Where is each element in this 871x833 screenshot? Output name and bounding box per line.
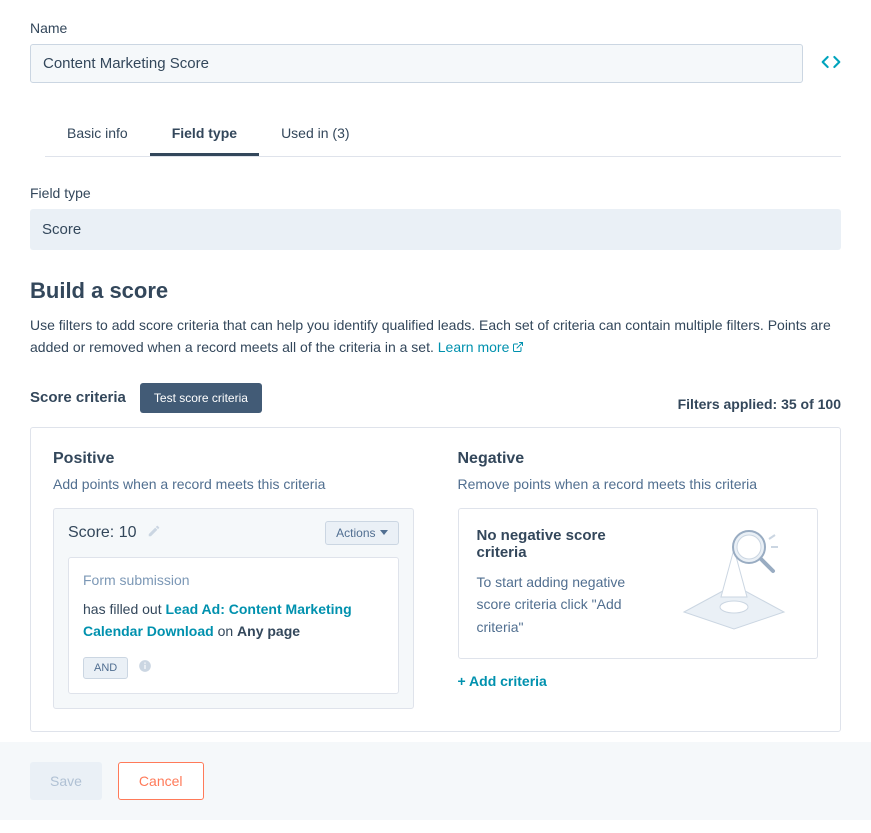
tab-field-type[interactable]: Field type <box>150 113 259 156</box>
score-label: Score: 10 <box>68 524 161 542</box>
negative-column: Negative Remove points when a record mee… <box>436 428 841 731</box>
name-input[interactable] <box>30 44 803 83</box>
and-chip[interactable]: AND <box>83 657 128 679</box>
save-button[interactable]: Save <box>30 762 102 800</box>
negative-empty-title: No negative score criteria <box>477 527 650 561</box>
pencil-icon[interactable] <box>141 524 161 541</box>
criteria-panel: Positive Add points when a record meets … <box>30 427 841 732</box>
field-type-label: Field type <box>30 185 841 201</box>
tab-basic-info[interactable]: Basic info <box>45 113 150 156</box>
magnifier-illustration-icon <box>669 527 799 640</box>
tabs: Basic info Field type Used in (3) <box>45 113 841 157</box>
cancel-button[interactable]: Cancel <box>118 762 204 800</box>
negative-empty-card: No negative score criteria To start addi… <box>458 508 819 659</box>
positive-heading: Positive <box>53 450 414 468</box>
build-desc: Use filters to add score criteria that c… <box>30 314 841 359</box>
name-label: Name <box>30 20 841 36</box>
negative-empty-desc: To start adding negative score criteria … <box>477 571 650 638</box>
rule-page: Any page <box>237 623 300 639</box>
code-icon[interactable] <box>821 52 841 75</box>
negative-sub: Remove points when a record meets this c… <box>458 476 819 492</box>
field-type-value: Score <box>30 209 841 250</box>
footer: Save Cancel <box>0 742 871 820</box>
tab-used-in[interactable]: Used in (3) <box>259 113 371 156</box>
score-card: Score: 10 Actions Form submission has fi… <box>53 508 414 709</box>
actions-button[interactable]: Actions <box>325 521 398 545</box>
rule-card: Form submission has filled out Lead Ad: … <box>68 557 399 694</box>
caret-down-icon <box>380 530 388 535</box>
rule-body: has filled out Lead Ad: Content Marketin… <box>83 598 384 643</box>
rule-title: Form submission <box>83 572 384 588</box>
info-icon[interactable] <box>138 659 152 676</box>
filters-applied: Filters applied: 35 of 100 <box>678 396 841 412</box>
negative-heading: Negative <box>458 450 819 468</box>
test-score-criteria-button[interactable]: Test score criteria <box>140 383 262 413</box>
score-criteria-heading: Score criteria <box>30 389 126 406</box>
add-criteria-link[interactable]: + Add criteria <box>458 673 547 689</box>
positive-column: Positive Add points when a record meets … <box>31 428 436 731</box>
learn-more-link[interactable]: Learn more <box>438 339 525 355</box>
positive-sub: Add points when a record meets this crit… <box>53 476 414 492</box>
build-heading: Build a score <box>30 278 841 304</box>
